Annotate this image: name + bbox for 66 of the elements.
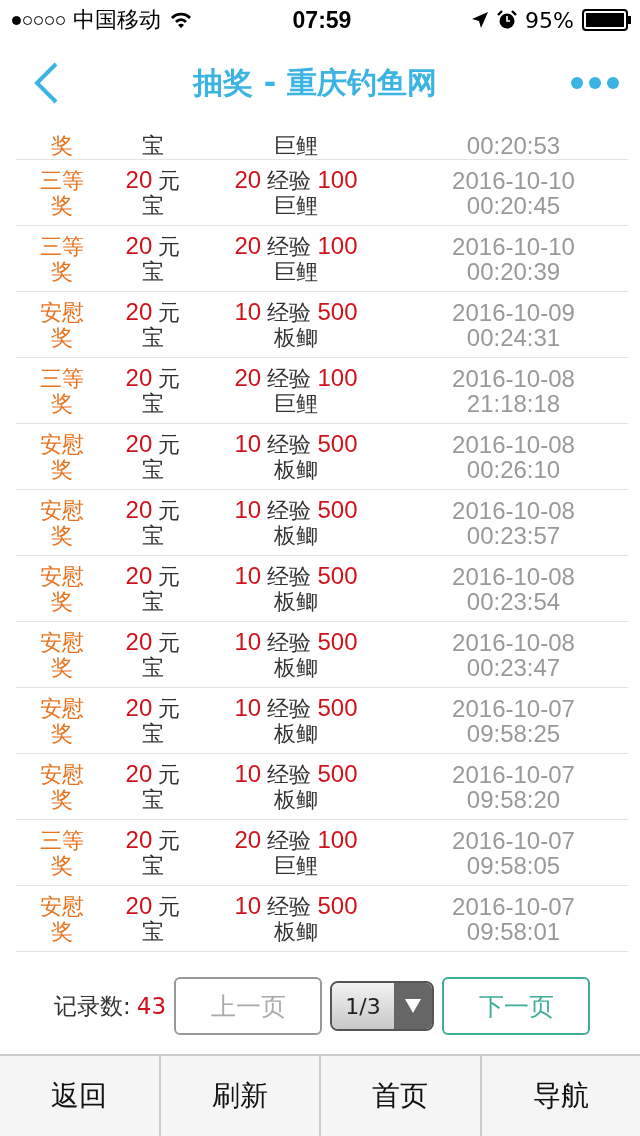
- time-cell-text: 2016-10-07 09:58:25: [451, 695, 576, 746]
- time-cell-text: 2016-10-07 09:58:01: [451, 893, 576, 944]
- page-title: 抽奖 - 重庆钓鱼网: [193, 63, 437, 102]
- experience-cell-text: 10 经验 500 板鲫: [233, 893, 359, 944]
- time-cell-text: 2016-10-09 00:24:31: [451, 299, 576, 350]
- experience-cell-text: 10 经验 500 板鲫: [233, 695, 359, 746]
- battery-percent: 95%: [525, 7, 574, 33]
- prize-cell: 安慰奖: [40, 431, 84, 482]
- prize-cell: 安慰奖: [40, 695, 84, 746]
- experience-cell-text: 20 经验 100 巨鲤: [233, 167, 359, 218]
- experience-cell-text: 10 经验 500 板鲫: [233, 761, 359, 812]
- experience-cell-text: 10 经验 500 板鲫: [233, 299, 359, 350]
- coin-cell-text: 20 元 宝: [124, 761, 182, 812]
- coin-cell-text: 20 元 宝: [124, 827, 182, 878]
- prize-cell: 安慰奖: [40, 629, 84, 680]
- time-cell-text: 00:20:53: [465, 133, 562, 158]
- prize-cell: 三等奖: [40, 365, 84, 416]
- coin-cell-text: 20 元 宝: [124, 629, 182, 680]
- prize-cell-text: 奖: [50, 133, 74, 158]
- prize-cell: 安慰奖: [40, 893, 84, 944]
- prize-cell: 安慰奖: [40, 299, 84, 350]
- record-count-label: 记录数:: [54, 991, 131, 1021]
- coin-cell-text: 20 元 宝: [124, 299, 182, 350]
- location-arrow-icon: [471, 11, 490, 29]
- record-count: 43: [136, 993, 167, 1019]
- alarm-clock-icon: [497, 10, 518, 30]
- prize-cell: 三等奖: [40, 233, 84, 284]
- experience-cell-text: 巨鲤: [273, 133, 319, 158]
- time-cell-text: 2016-10-08 21:18:18: [451, 365, 576, 416]
- experience-cell-text: 20 经验 100 巨鲤: [233, 233, 359, 284]
- prize-cell: 安慰奖: [40, 761, 84, 812]
- back-icon[interactable]: [32, 61, 60, 105]
- time-cell-text: 2016-10-07 09:58:20: [451, 761, 576, 812]
- time-cell-text: 2016-10-07 09:58:05: [451, 827, 576, 878]
- experience-cell-text: 10 经验 500 板鲫: [233, 629, 359, 680]
- status-time: 07:59: [292, 6, 352, 34]
- prize-cell: 安慰奖: [40, 497, 84, 548]
- time-cell-text: 2016-10-10 00:20:39: [451, 233, 576, 284]
- dropdown-icon: [404, 998, 423, 1014]
- experience-cell-text: 10 经验 500 板鲫: [233, 497, 359, 548]
- time-cell-text: 2016-10-10 00:20:45: [451, 167, 576, 218]
- time-cell-text: 2016-10-08 00:23:47: [451, 629, 576, 680]
- coin-cell-text: 宝: [141, 133, 165, 158]
- coin-cell-text: 20 元 宝: [124, 695, 182, 746]
- coin-cell-text: 20 元 宝: [124, 497, 182, 548]
- coin-cell-text: 20 元 宝: [124, 233, 182, 284]
- experience-cell-text: 20 经验 100 巨鲤: [233, 365, 359, 416]
- coin-cell-text: 20 元 宝: [124, 365, 182, 416]
- wifi-icon: [169, 11, 193, 29]
- coin-cell-text: 20 元 宝: [124, 167, 182, 218]
- prize-cell: 三等奖: [40, 827, 84, 878]
- experience-cell-text: 10 经验 500 板鲫: [233, 431, 359, 482]
- carrier-name: 中国移动: [73, 6, 161, 34]
- coin-cell-text: 20 元 宝: [124, 431, 182, 482]
- coin-cell-text: 20 元 宝: [124, 893, 182, 944]
- experience-cell-text: 10 经验 500 板鲫: [233, 563, 359, 614]
- experience-cell-text: 20 经验 100 巨鲤: [233, 827, 359, 878]
- prize-cell: 安慰奖: [40, 563, 84, 614]
- time-cell-text: 2016-10-08 00:23:57: [451, 497, 576, 548]
- prize-cell: 三等奖: [40, 167, 84, 218]
- coin-cell-text: 20 元 宝: [124, 563, 182, 614]
- battery-icon: [582, 9, 632, 31]
- time-cell-text: 2016-10-08 00:26:10: [451, 431, 576, 482]
- page-select[interactable]: 1/3: [330, 981, 435, 1031]
- more-icon[interactable]: [570, 76, 620, 90]
- time-cell-text: 2016-10-08 00:23:54: [451, 563, 576, 614]
